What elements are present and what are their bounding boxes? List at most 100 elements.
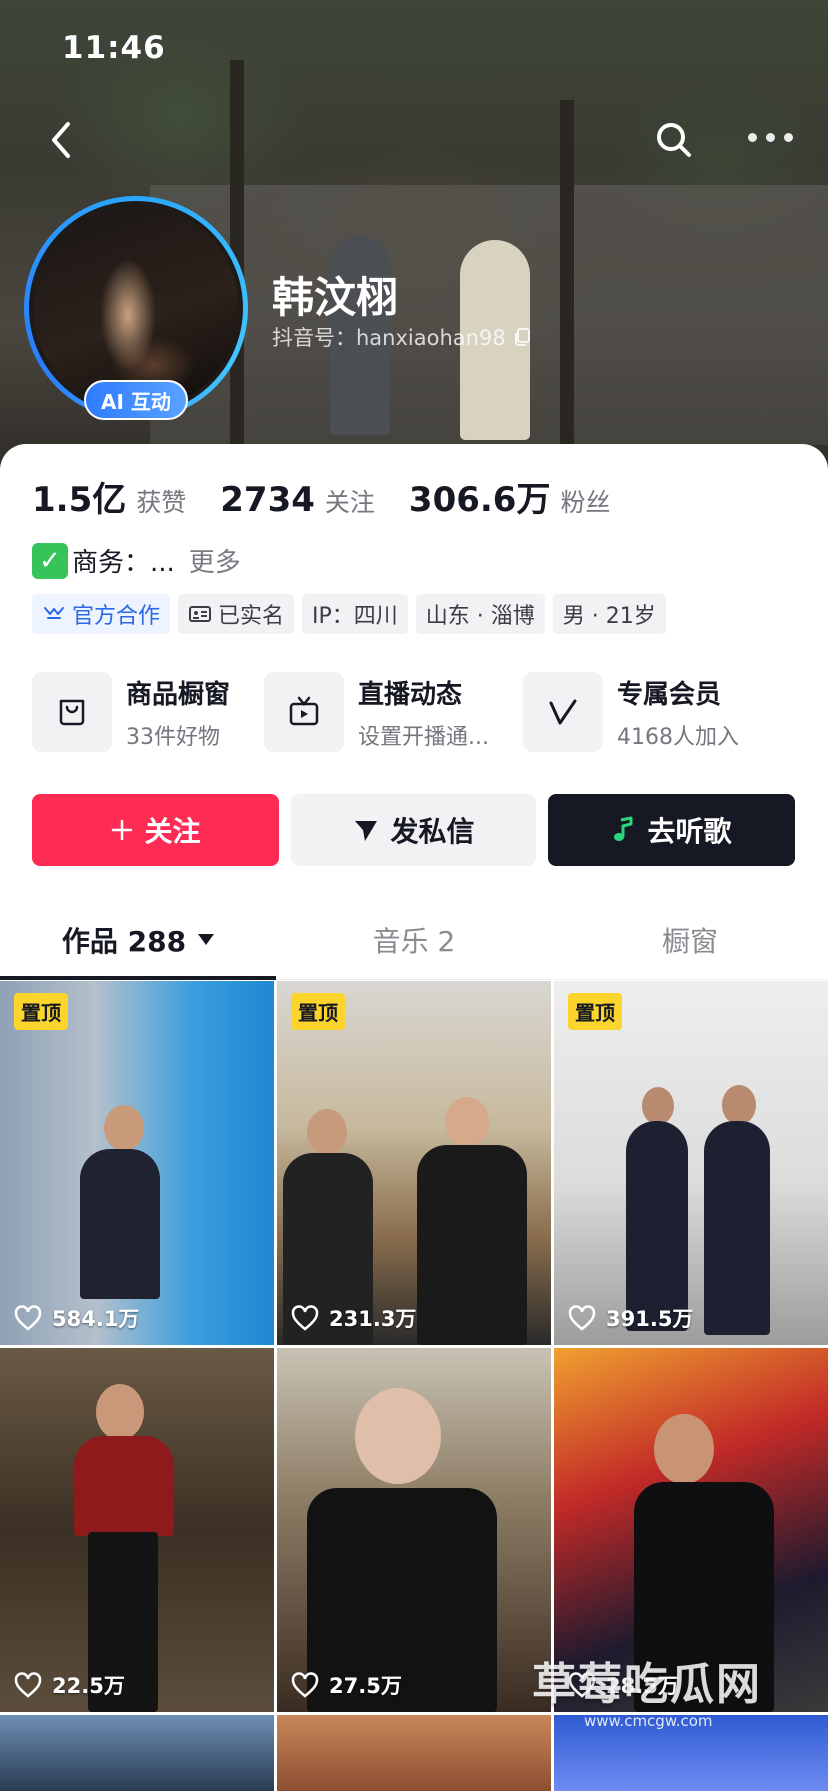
- thumbnail-person: [704, 1121, 770, 1335]
- watermark-url: www.cmcgw.com: [584, 1712, 713, 1730]
- dot-icon: [747, 132, 757, 142]
- heart-icon: [291, 1672, 319, 1698]
- thumbnail-person: [722, 1085, 756, 1125]
- stat-label: 粉丝: [560, 488, 611, 517]
- copy-icon[interactable]: [512, 327, 532, 347]
- stat-value: 2734: [220, 480, 315, 520]
- tag-label: 男 · 21岁: [562, 604, 656, 629]
- search-button[interactable]: [652, 118, 696, 162]
- tag-label: 已实名: [218, 604, 285, 629]
- video-likes: 231.3万: [291, 1303, 416, 1333]
- likes-count: 27.5万: [329, 1674, 402, 1698]
- stat-value: 1.5亿: [32, 480, 127, 520]
- stat-following[interactable]: 2734 关注: [220, 480, 375, 520]
- heart-icon: [291, 1305, 319, 1331]
- douyin-id-text: 抖音号：hanxiaohan98: [272, 326, 506, 350]
- video-thumbnail[interactable]: [277, 1715, 551, 1791]
- video-thumbnail[interactable]: 置顶 391.5万: [554, 981, 828, 1345]
- service-shop-window[interactable]: 商品橱窗 33件好物: [32, 672, 230, 752]
- video-thumbnail[interactable]: 22.5万: [0, 1348, 274, 1712]
- video-thumbnail[interactable]: 置顶 231.3万: [277, 981, 551, 1345]
- ai-interaction-badge[interactable]: AI 互动: [84, 380, 188, 420]
- thumbnail-person: [307, 1109, 347, 1155]
- video-thumbnail[interactable]: 27.5万: [277, 1348, 551, 1712]
- tag-verified[interactable]: 已实名: [178, 594, 295, 634]
- video-likes: 22.5万: [14, 1670, 125, 1700]
- service-title: 商品橱窗: [126, 679, 231, 710]
- stat-label: 获赞: [136, 488, 187, 517]
- check-mark-icon: ✓: [32, 542, 68, 579]
- stat-value: 306.6万: [408, 480, 551, 520]
- video-likes: 584.1万: [14, 1303, 139, 1333]
- stat-likes[interactable]: 1.5亿 获赞: [32, 472, 186, 521]
- tag-ip-location: IP：四川: [302, 594, 408, 634]
- send-icon: [355, 821, 378, 841]
- profile-stats: 1.5亿 获赞 2734 关注 306.6万 粉丝: [32, 472, 644, 521]
- video-likes: 27.5万: [291, 1670, 402, 1700]
- service-membership[interactable]: 专属会员 4168人加入: [523, 672, 739, 752]
- douyin-id[interactable]: 抖音号：hanxiaohan98: [272, 322, 532, 352]
- tab-music[interactable]: 音乐 2: [276, 900, 552, 979]
- thumbnail-person: [80, 1149, 160, 1299]
- follow-button[interactable]: 关注: [32, 794, 279, 866]
- pinned-badge: 置顶: [14, 993, 68, 1030]
- shopping-bag-icon: [59, 699, 85, 726]
- thumbnail-person: [355, 1388, 441, 1484]
- heart-icon: [14, 1672, 42, 1698]
- likes-count: 391.5万: [606, 1307, 694, 1331]
- video-likes: 391.5万: [568, 1303, 693, 1333]
- thumbnail-person: [104, 1105, 144, 1151]
- profile-bio[interactable]: ✓ 商务：... 更多: [32, 542, 241, 579]
- dot-icon: [765, 132, 775, 142]
- tag-label: 山东 · 淄博: [425, 604, 535, 629]
- service-subtitle: 33件好物: [126, 724, 220, 750]
- tab-label: 橱窗: [661, 924, 718, 958]
- tag-official-cooperation[interactable]: 官方合作: [32, 594, 171, 634]
- id-card-icon: [189, 606, 212, 622]
- thumbnail-person: [654, 1414, 714, 1484]
- profile-services: 商品橱窗 33件好物 直播动态 设置开播通... 专属会员 4168人加入: [32, 672, 773, 752]
- more-options-button[interactable]: [740, 122, 800, 152]
- caret-down-icon[interactable]: [198, 934, 215, 945]
- video-thumbnail[interactable]: 置顶 584.1万: [0, 981, 274, 1345]
- service-icon-box: [32, 672, 112, 752]
- official-cooperation-icon: [44, 607, 64, 619]
- service-icon-box: [264, 672, 345, 752]
- service-icon-box: [523, 672, 603, 752]
- tv-icon: [289, 696, 319, 726]
- service-title: 直播动态: [358, 679, 463, 710]
- tag-label: 官方合作: [72, 604, 161, 629]
- send-message-button[interactable]: 发私信: [291, 794, 536, 866]
- bio-text: 商务：...: [72, 548, 175, 578]
- video-thumbnail[interactable]: [0, 1715, 274, 1791]
- service-subtitle: 4168人加入: [617, 724, 739, 750]
- back-button[interactable]: [40, 112, 84, 168]
- thumbnail-person: [445, 1097, 489, 1147]
- send-message-label: 发私信: [390, 815, 475, 848]
- tab-label: 作品 288: [61, 924, 187, 958]
- service-title: 专属会员: [617, 679, 722, 710]
- status-bar-time: 11:46: [62, 30, 166, 66]
- watermark-text: 草莓吃瓜网: [532, 1659, 762, 1710]
- likes-count: 231.3万: [329, 1307, 417, 1331]
- heart-icon: [568, 1305, 596, 1331]
- service-live-updates[interactable]: 直播动态 设置开播通...: [264, 672, 489, 752]
- membership-v-icon: [549, 699, 577, 725]
- listen-music-button[interactable]: 去听歌: [548, 794, 795, 866]
- profile-nickname: 韩汶栩: [272, 273, 399, 322]
- chevron-left-icon: [52, 122, 70, 158]
- thumbnail-person: [96, 1384, 144, 1440]
- stat-followers[interactable]: 306.6万 粉丝: [409, 472, 611, 521]
- heart-icon: [14, 1305, 42, 1331]
- follow-button-label: 关注: [144, 815, 201, 848]
- bio-more-link[interactable]: 更多: [189, 542, 241, 579]
- thumbnail-person: [74, 1436, 174, 1536]
- likes-count: 584.1万: [52, 1307, 140, 1331]
- tag-gender-age: 男 · 21岁: [552, 594, 666, 634]
- tag-location[interactable]: 山东 · 淄博: [415, 594, 545, 634]
- tab-works[interactable]: 作品 288: [0, 900, 276, 980]
- content-tabs: 作品 288 音乐 2 橱窗: [0, 900, 828, 980]
- tab-shop-window[interactable]: 橱窗: [552, 900, 828, 979]
- pinned-badge: 置顶: [291, 993, 345, 1030]
- likes-count: 22.5万: [52, 1674, 125, 1698]
